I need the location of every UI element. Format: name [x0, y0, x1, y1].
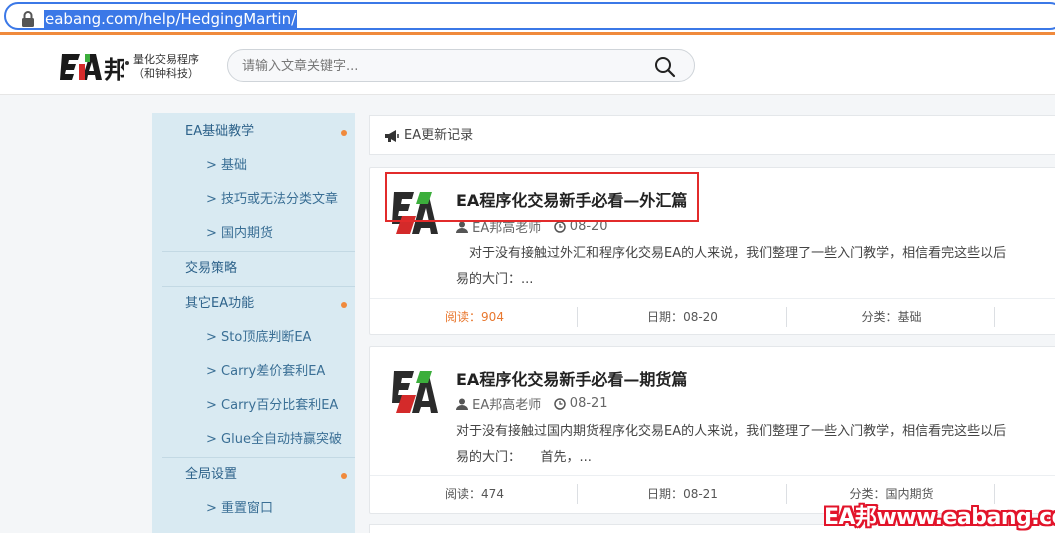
article-reads: 阅读：474 [445, 487, 504, 501]
ea-bang-logo[interactable]: 邦 [60, 50, 124, 84]
search-icon[interactable] [654, 56, 676, 78]
svg-text:邦: 邦 [104, 56, 124, 84]
article-desc-line: 对于没有接触过外汇和程序化交易EA的人来说，我们整理了一些入门教学，相信看完这些… [456, 246, 1007, 261]
sidebar-item-ea-basics[interactable]: EA基础教学 [162, 115, 355, 149]
sidebar-item-label: > Glue全自动持赢突破 [206, 432, 342, 447]
search-box [227, 49, 695, 82]
highlight-annotation [385, 172, 699, 222]
sidebar-item-label: > 基础 [206, 158, 248, 173]
sidebar-item-sto[interactable]: > Sto顶底判断EA [162, 321, 355, 355]
sidebar-item-label: 全局设置 [185, 467, 238, 482]
sidebar-item-reset-window[interactable]: > 重置窗口 [162, 492, 355, 526]
expand-dot-icon [341, 473, 347, 479]
logo-subtitle: 量化交易程序 （和钟科技） [133, 53, 199, 81]
sidebar-item-global-settings[interactable]: 全局设置 [162, 458, 355, 492]
sidebar-item-label: > 技巧或无法分类文章 [206, 192, 339, 207]
article-reads: 阅读：904 [445, 310, 504, 324]
user-icon [456, 398, 468, 410]
sidebar-item-basics[interactable]: > 基础 [162, 149, 355, 183]
site-watermark: EA邦www.eabang.com [824, 505, 1055, 530]
sidebar-item-label: > Carry差价套利EA [206, 364, 326, 379]
expand-dot-icon [341, 302, 347, 308]
sidebar-item-label: > 国内期货 [206, 226, 274, 241]
sidebar-item-domestic-futures[interactable]: > 国内期货 [162, 217, 355, 251]
notice-bar[interactable]: EA更新记录 [369, 115, 1055, 155]
browser-address-bar: eabang.com/help/HedgingMartin/ [0, 0, 1055, 32]
clock-icon [553, 220, 566, 233]
article-author: EA邦高老师 [472, 398, 542, 413]
article-meta: EA邦高老师 08-21 [456, 394, 608, 413]
article-card[interactable]: EA程序化交易新手必看—期货篇 EA邦高老师 08-21 对于没有接触过国内期货… [369, 346, 1055, 514]
article-desc-line: 易的大门： 首先，... [456, 450, 592, 465]
sidebar-item-other-ea[interactable]: 其它EA功能 [162, 287, 355, 321]
article-description: 对于没有接触过外汇和程序化交易EA的人来说，我们整理了一些入门教学，相信看完这些… [456, 241, 1055, 293]
notice-text[interactable]: EA更新记录 [404, 127, 473, 145]
url-text[interactable]: eabang.com/help/HedgingMartin/ [44, 10, 298, 28]
search-input[interactable] [242, 56, 642, 76]
megaphone-icon [385, 130, 399, 142]
sidebar-item-label: > 重置窗口 [206, 501, 274, 516]
article-footer-date: 日期：08-21 [647, 487, 718, 501]
sidebar-item-label: EA基础教学 [185, 124, 255, 139]
sidebar-item-label: > Carry百分比套利EA [206, 398, 339, 413]
article-footer: 阅读：904 日期：08-20 分类：基础 [370, 298, 1055, 334]
article-desc-line: 易的大门：... [456, 272, 534, 287]
sidebar-item-strategies[interactable]: 交易策略 [162, 252, 355, 286]
article-category[interactable]: 分类：基础 [787, 299, 996, 335]
article-date: 08-21 [569, 396, 608, 411]
article-desc-line: 对于没有接触过国内期货程序化交易EA的人来说，我们整理了一些入门教学，相信看完这… [456, 424, 1007, 439]
sidebar-item-glue[interactable]: > Glue全自动持赢突破 [162, 423, 355, 457]
sidebar-item-label: 其它EA功能 [185, 296, 255, 311]
user-icon [456, 221, 468, 233]
site-header: 邦 量化交易程序 （和钟科技） [0, 35, 1055, 95]
sidebar-item-label: > Sto顶底判断EA [206, 330, 312, 345]
article-title[interactable]: EA程序化交易新手必看—期货篇 [456, 366, 687, 390]
sidebar-item-carry-percent[interactable]: > Carry百分比套利EA [162, 389, 355, 423]
article-footer-date: 日期：08-20 [647, 310, 718, 324]
footer-divider [994, 307, 995, 327]
expand-dot-icon [341, 130, 347, 136]
logo-dot [125, 61, 129, 65]
sidebar-item-tips[interactable]: > 技巧或无法分类文章 [162, 183, 355, 217]
article-description: 对于没有接触过国内期货程序化交易EA的人来说，我们整理了一些入门教学，相信看完这… [456, 419, 1055, 471]
lock-icon [22, 11, 34, 27]
url-field[interactable]: eabang.com/help/HedgingMartin/ [4, 2, 1055, 30]
article-thumbnail[interactable] [392, 365, 440, 415]
sidebar-item-carry-spread[interactable]: > Carry差价套利EA [162, 355, 355, 389]
logo-subtitle-line2: （和钟科技） [133, 67, 199, 80]
logo-subtitle-line1: 量化交易程序 [133, 53, 199, 66]
sidebar-item-label: 交易策略 [185, 261, 238, 276]
sidebar: EA基础教学 > 基础 > 技巧或无法分类文章 > 国内期货 交易策略 其它EA… [152, 113, 355, 533]
clock-icon [553, 397, 566, 410]
